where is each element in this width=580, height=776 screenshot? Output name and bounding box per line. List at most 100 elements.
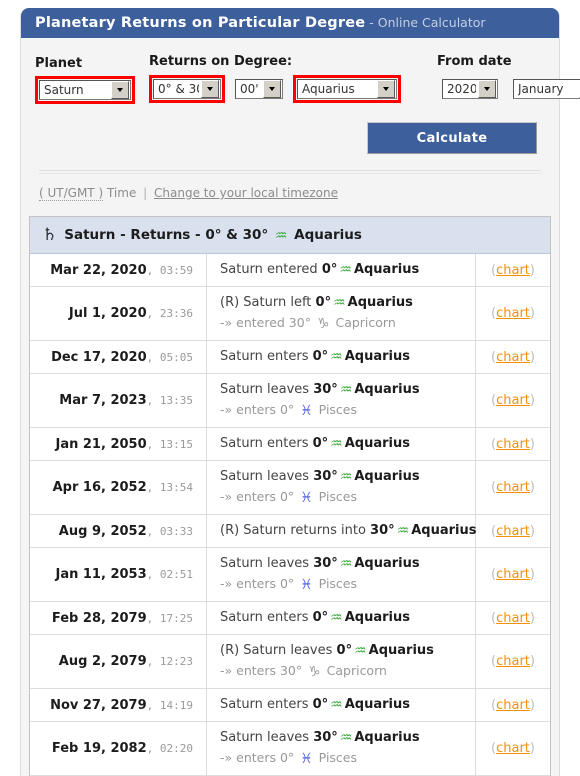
from-date-select-row: 2020 January	[437, 74, 580, 104]
chart-link[interactable]: chart	[496, 480, 530, 495]
row-event-degree: 0°	[321, 262, 338, 277]
row-event-degree: 0°	[312, 610, 329, 625]
degree-label: Returns on Degree:	[149, 54, 293, 69]
row-event-text: Saturn enters	[220, 697, 313, 712]
aquarius-icon: ♒	[339, 730, 353, 746]
results-heading-text: Saturn - Returns - 0° & 30°	[64, 227, 269, 243]
row-chart-cell: (chart)	[475, 547, 550, 602]
field-degree: Returns on Degree: 0° & 30 00'	[149, 54, 401, 104]
row-date-cell: Mar 22, 2020, 03:59	[30, 254, 207, 287]
paren-close: )	[529, 349, 535, 365]
row-date-cell: Feb 28, 2079, 17:25	[30, 601, 207, 635]
paren-close: )	[529, 436, 535, 452]
row-event-cell: (R) Saturn returns into 30° ♒ Aquarius	[207, 515, 476, 548]
row-event-text: Saturn enters	[220, 349, 313, 364]
row-event-degree: 0°	[315, 295, 332, 310]
chart-link[interactable]: chart	[496, 611, 530, 626]
planet-select-row: Saturn	[35, 76, 135, 104]
chart-link[interactable]: chart	[496, 263, 530, 278]
paren-close: )	[529, 610, 535, 626]
table-row: Feb 28, 2079, 17:25 Saturn enters 0° ♒ Aqua…	[30, 601, 550, 635]
chart-link[interactable]: chart	[496, 567, 530, 582]
row-event-text: (R) Saturn left	[220, 295, 316, 310]
chart-link[interactable]: chart	[496, 741, 530, 756]
row-event-sub-sign: Pisces	[314, 750, 358, 765]
minute-select-value: 00'	[240, 82, 259, 96]
row-event-degree: 30°	[313, 469, 338, 484]
row-date: Nov 27, 2079	[50, 697, 147, 713]
row-date: Aug 9, 2052	[58, 523, 147, 539]
chart-link[interactable]: chart	[496, 654, 530, 669]
row-time: , 03:33	[146, 524, 193, 538]
row-event-sign: Aquarius	[347, 295, 413, 310]
row-chart-cell: (chart)	[475, 340, 550, 374]
saturn-icon: ♄	[42, 225, 58, 245]
row-date: Jan 21, 2050	[55, 436, 147, 452]
row-date: Jul 1, 2020	[68, 306, 147, 321]
timezone-separator: |	[143, 186, 148, 200]
row-event-text: Saturn leaves	[220, 469, 314, 484]
change-timezone-link[interactable]: Change to your local timezone	[154, 186, 338, 200]
row-time: , 13:15	[146, 437, 193, 451]
row-chart-cell: (chart)	[475, 514, 550, 548]
row-chart-cell: (chart)	[475, 460, 550, 515]
planet-highlight-box: Saturn	[35, 76, 135, 104]
paren-close: )	[529, 697, 535, 713]
row-event-text: Saturn entered	[220, 262, 322, 277]
row-event-degree: 0°	[312, 349, 329, 364]
chart-link[interactable]: chart	[496, 524, 530, 539]
row-event-sub-sign: Pisces	[314, 576, 358, 591]
row-chart-cell: (chart)	[475, 373, 550, 428]
row-event-sub: -» enters 0° ♓ Pisces	[220, 749, 475, 768]
minute-select[interactable]: 00'	[235, 79, 283, 99]
calculate-button[interactable]: Calculate	[367, 122, 537, 154]
planet-select[interactable]: Saturn	[39, 80, 131, 100]
chart-link[interactable]: chart	[496, 393, 530, 408]
row-event-sub-text: -» enters 0°	[220, 402, 299, 417]
chart-link[interactable]: chart	[496, 306, 530, 321]
row-event-sub-text: -» entered 30°	[220, 315, 315, 330]
timezone-row: ( UT/GMT ) Time | Change to your local t…	[35, 174, 545, 201]
chart-link[interactable]: chart	[496, 437, 530, 452]
row-date-cell: Jan 11, 2053, 02:51	[30, 547, 207, 602]
form-fields: Planet Saturn Returns on Degree: 0° & 3 …	[35, 54, 580, 104]
sign-highlight-box: Aquarius	[293, 75, 401, 103]
table-row: Jan 11, 2053, 02:51 Saturn leaves 30° ♒ Aqu…	[30, 547, 550, 602]
row-event-sub: -» enters 30° ♑ Capricorn	[220, 662, 475, 681]
degree-select-row: 0° & 30 00' Aquarius	[149, 74, 401, 104]
row-event-cell: Saturn leaves 30° ♒ Aquarius -» enters 0° ♓…	[207, 374, 476, 428]
sign-select[interactable]: Aquarius	[297, 79, 397, 99]
chart-link[interactable]: chart	[496, 350, 530, 365]
pisces-icon: ♓	[300, 403, 313, 419]
degree-highlight-box: 0° & 30	[149, 75, 225, 103]
paren-close: )	[529, 393, 535, 408]
row-event-text: Saturn enters	[220, 610, 313, 625]
row-date-cell: Aug 2, 2079, 12:23	[30, 634, 207, 689]
row-event-main: (R) Saturn leaves 0° ♒ Aquarius	[220, 642, 475, 660]
row-event-cell: Saturn leaves 30° ♒ Aquarius -» enters 0° ♓…	[207, 548, 476, 602]
row-date-cell: Apr 16, 2052, 13:54	[30, 460, 207, 515]
degree-select[interactable]: 0° & 30	[153, 79, 221, 99]
row-event-cell: Saturn entered 0° ♒ Aquarius	[207, 254, 476, 287]
row-chart-cell: (chart)	[475, 286, 550, 341]
row-chart-cell: (chart)	[475, 634, 550, 689]
row-event-main: Saturn enters 0° ♒ Aquarius	[220, 348, 475, 366]
planet-select-value: Saturn	[44, 83, 84, 97]
table-row: Apr 16, 2052, 13:54 Saturn leaves 30° ♒ Aqu…	[30, 460, 550, 515]
aquarius-icon: ♒	[339, 469, 353, 485]
chart-link[interactable]: chart	[496, 698, 530, 713]
calculate-row: Calculate	[35, 122, 545, 154]
row-time: , 13:35	[146, 394, 193, 407]
aquarius-icon: ♒	[330, 697, 343, 713]
table-row: Aug 9, 2052, 03:33 (R) Saturn returns int…	[30, 514, 550, 548]
year-select[interactable]: 2020	[442, 79, 498, 99]
row-time: , 12:23	[146, 655, 193, 668]
row-event-main: (R) Saturn left 0° ♒ Aquarius	[220, 294, 475, 312]
calculator-panel: Planetary Returns on Particular Degree - …	[20, 8, 580, 776]
month-wrap: January	[508, 74, 580, 104]
row-event-sign: Aquarius	[354, 730, 420, 745]
chevron-down-icon	[263, 80, 281, 98]
month-select[interactable]: January	[513, 79, 580, 99]
row-event-sign: Aquarius	[353, 262, 420, 277]
results-heading-sign: Aquarius	[294, 227, 362, 243]
